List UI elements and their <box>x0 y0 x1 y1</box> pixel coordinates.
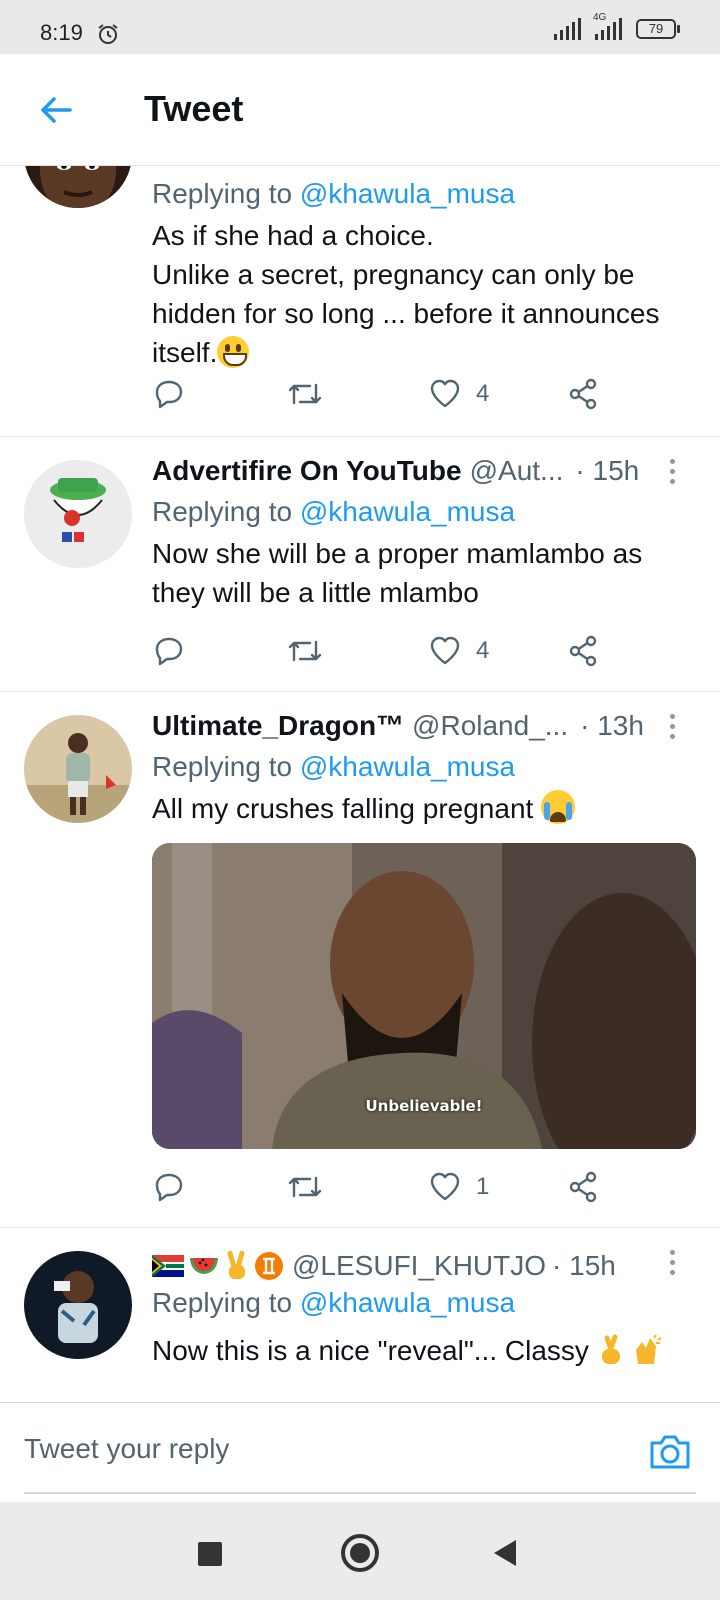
tweet-media-image[interactable]: Unbelievable! <box>152 843 696 1149</box>
battery-level: 79 <box>636 19 676 39</box>
crying-emoji-icon <box>541 790 576 824</box>
reply-icon <box>155 380 183 409</box>
reply-button[interactable] <box>152 374 186 414</box>
tweet-item[interactable]: Advertifire On YouTube @Aut... · 15h Rep… <box>0 437 720 692</box>
tweet-actions: 1 <box>152 1167 672 1207</box>
reply-icon <box>155 1173 183 1202</box>
reply-button[interactable] <box>152 1167 186 1207</box>
tweet-item[interactable]: Replying to @khawula_musa As if she had … <box>0 166 720 437</box>
replying-to: Replying to @khawula_musa <box>152 1287 516 1318</box>
watermelon-icon <box>190 1258 218 1274</box>
reply-input[interactable]: Tweet your reply <box>24 1433 229 1465</box>
tweet-time: · 15h <box>575 455 640 486</box>
mention-link[interactable]: @khawula_musa <box>300 751 515 782</box>
back-arrow-icon[interactable] <box>36 90 76 130</box>
camera-icon[interactable] <box>648 1431 692 1471</box>
south-africa-flag-icon <box>152 1255 184 1277</box>
gemini-icon <box>255 1252 283 1280</box>
name-emojis[interactable] <box>152 1251 284 1281</box>
home-button[interactable] <box>341 1534 379 1572</box>
status-bar: 8:19 4G 79 <box>0 0 720 54</box>
clapping-hands-icon <box>636 1334 663 1364</box>
tweet-header: Ultimate_Dragon™ @Roland_... · 13h <box>152 710 696 742</box>
recents-button[interactable] <box>198 1542 222 1566</box>
tweet-header: Advertifire On YouTube @Aut... · 15h <box>152 455 696 487</box>
share-button[interactable] <box>566 631 600 671</box>
user-handle[interactable]: @LESUFI_KHUTJO <box>292 1250 546 1282</box>
tweet-time: · 15h <box>552 1250 616 1281</box>
tweet-header: @LESUFI_KHUTJO · 15h <box>152 1250 696 1282</box>
like-count: 4 <box>476 637 490 664</box>
retweet-button[interactable] <box>285 631 325 671</box>
like-count: 1 <box>476 1173 490 1200</box>
tweet-text: As if she had a choice. Unlike a secret,… <box>152 220 660 368</box>
more-options-icon[interactable] <box>670 714 678 744</box>
signal-4g-icon: 4G <box>593 12 622 40</box>
input-underline <box>24 1492 696 1494</box>
tweet-text: Now this is a nice "reveal"... Classy <box>152 1331 696 1370</box>
replying-to: Replying to @khawula_musa <box>152 496 516 527</box>
tweet-actions: 4 <box>152 631 672 671</box>
display-name[interactable]: Advertifire On YouTube <box>152 455 462 487</box>
reply-icon <box>155 637 183 666</box>
tweet-text: Now she will be a proper mamlambo as the… <box>152 538 643 608</box>
avatar[interactable] <box>24 715 132 823</box>
replies-feed[interactable]: Replying to @khawula_musa As if she had … <box>0 166 720 1402</box>
retweet-icon <box>288 383 322 405</box>
mention-link[interactable]: @khawula_musa <box>300 496 515 527</box>
retweet-icon <box>288 1176 322 1198</box>
avatar[interactable] <box>24 1251 132 1359</box>
mention-link[interactable]: @khawula_musa <box>300 1287 515 1318</box>
mention-link[interactable]: @khawula_musa <box>300 178 515 209</box>
alarm-icon <box>98 24 118 44</box>
share-button[interactable] <box>566 374 600 414</box>
status-time: 8:19 <box>40 20 83 45</box>
tweet-time: · 13h <box>580 710 644 741</box>
tweet-item[interactable]: Ultimate_Dragon™ @Roland_... · 13h Reply… <box>0 692 720 1228</box>
victory-hand-icon <box>227 1251 245 1279</box>
page-title: Tweet <box>144 88 244 129</box>
heart-icon <box>430 1172 460 1201</box>
share-icon <box>569 635 597 667</box>
like-button[interactable]: 1 <box>428 1167 489 1207</box>
reply-button[interactable] <box>152 631 186 671</box>
reply-composer: Tweet your reply <box>0 1402 720 1502</box>
system-navigation-bar <box>0 1502 720 1600</box>
tweet-text: All my crushes falling pregnant <box>152 789 696 828</box>
heart-icon <box>430 379 460 408</box>
tweet-item[interactable]: @LESUFI_KHUTJO · 15h Replying to @khawul… <box>0 1228 720 1402</box>
share-icon <box>569 1171 597 1203</box>
signal-icon <box>554 18 581 40</box>
user-handle[interactable]: @Roland_... <box>412 710 568 742</box>
media-caption: Unbelievable! <box>365 1097 483 1115</box>
replying-to: Replying to @khawula_musa <box>152 751 516 782</box>
heart-icon <box>430 636 460 665</box>
display-name[interactable]: Ultimate_Dragon™ <box>152 710 404 742</box>
system-back-button[interactable] <box>494 1540 516 1566</box>
crossed-fingers-icon <box>601 1334 620 1364</box>
retweet-button[interactable] <box>285 374 325 414</box>
retweet-icon <box>288 640 322 662</box>
user-handle[interactable]: @Aut... <box>470 455 564 487</box>
like-count: 4 <box>476 380 490 407</box>
more-options-icon[interactable] <box>670 459 678 489</box>
retweet-button[interactable] <box>285 1167 325 1207</box>
like-button[interactable]: 4 <box>428 631 489 671</box>
grinning-emoji-icon <box>217 336 250 368</box>
like-button[interactable]: 4 <box>428 374 489 414</box>
app-header: Tweet <box>0 54 720 166</box>
replying-to: Replying to @khawula_musa <box>152 178 516 209</box>
battery-icon: 79 <box>636 19 680 39</box>
more-options-icon[interactable] <box>670 1250 678 1280</box>
avatar[interactable] <box>24 460 132 568</box>
share-button[interactable] <box>566 1167 600 1207</box>
avatar[interactable] <box>24 166 132 208</box>
tweet-actions: 4 <box>152 374 672 414</box>
share-icon <box>569 378 597 410</box>
